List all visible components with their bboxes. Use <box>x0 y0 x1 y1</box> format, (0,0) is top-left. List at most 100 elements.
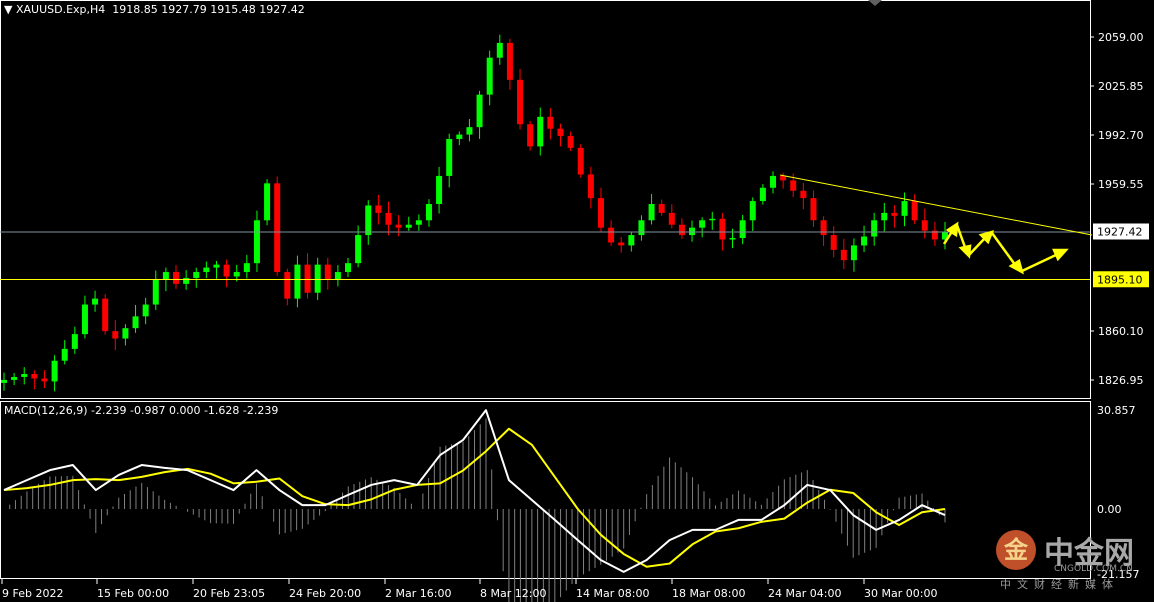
x-tick-label: 20 Feb 23:05 <box>193 587 265 600</box>
candle <box>881 202 888 232</box>
candle <box>466 119 473 142</box>
candle <box>942 221 948 250</box>
ohlc-values: 1918.85 1927.79 1915.48 1927.42 <box>112 3 305 16</box>
candle <box>203 261 210 279</box>
y-tick-label: 1826.95 <box>1098 374 1144 387</box>
candle <box>405 216 412 231</box>
candle <box>11 372 18 386</box>
candle <box>547 108 554 140</box>
candle <box>648 194 655 225</box>
candle <box>749 197 756 232</box>
candle <box>436 166 443 214</box>
x-tick-label: 24 Feb 20:00 <box>289 587 361 600</box>
candle <box>709 211 716 230</box>
price-tag-label: 1895.10 <box>1097 273 1143 286</box>
candle <box>446 133 453 188</box>
candle <box>810 190 817 227</box>
chart-header: ▼ XAUUSD.Exp,H4 1918.85 1927.79 1915.48 … <box>4 3 305 16</box>
candle <box>122 324 129 346</box>
candle <box>800 182 807 210</box>
candle <box>213 260 220 279</box>
candle <box>253 210 260 272</box>
candle <box>294 255 301 308</box>
candle <box>678 218 685 239</box>
candle <box>911 194 918 224</box>
candle <box>577 144 584 178</box>
shift-marker-icon[interactable] <box>868 0 882 6</box>
candle <box>425 199 432 227</box>
candle <box>668 204 675 229</box>
x-tick-label: 2 Mar 16:00 <box>385 587 451 600</box>
candle <box>891 205 898 228</box>
candle <box>506 38 513 90</box>
candle <box>223 259 230 288</box>
macd-y-tick-label: 0.00 <box>1097 503 1122 516</box>
candle <box>314 257 321 301</box>
candle <box>112 319 119 351</box>
candle <box>921 208 928 239</box>
candle <box>931 221 938 246</box>
candle <box>41 370 48 389</box>
candle <box>699 217 706 238</box>
price-tag-label: 1927.42 <box>1097 225 1143 238</box>
y-tick-label: 2059.00 <box>1098 31 1144 44</box>
candle <box>304 253 311 299</box>
candle <box>587 166 594 209</box>
candle <box>658 199 665 216</box>
candle <box>476 90 483 139</box>
candle <box>830 226 837 258</box>
candle <box>334 265 341 287</box>
candle <box>537 107 544 156</box>
candle <box>496 34 503 65</box>
candle <box>132 304 139 333</box>
candle <box>21 367 28 385</box>
watermark-site: CNGOLD.COM.CN <box>1054 564 1133 574</box>
candle <box>31 370 38 390</box>
y-tick-label: 1959.55 <box>1098 178 1144 191</box>
candle <box>1 372 7 391</box>
price-panel-frame <box>0 0 1091 399</box>
candle <box>689 220 696 242</box>
forecast-arrows <box>942 221 1069 275</box>
candle <box>567 131 574 152</box>
candle <box>61 340 68 365</box>
candle <box>415 214 422 231</box>
candle <box>517 68 524 130</box>
candle <box>365 200 372 245</box>
candle <box>264 179 271 226</box>
candle <box>81 295 88 339</box>
candle <box>324 257 331 290</box>
macd-header: MACD(12,26,9) -2.239 -0.987 0.000 -1.628… <box>4 404 279 417</box>
candle <box>901 192 908 227</box>
trendline[interactable] <box>779 174 1093 236</box>
candle <box>608 220 615 246</box>
macd-panel-frame <box>0 401 1091 579</box>
x-tick-label: 30 Mar 00:00 <box>864 587 937 600</box>
watermark-logo: 金 <box>996 530 1036 570</box>
candle <box>527 121 534 151</box>
candle <box>557 123 564 147</box>
candle <box>840 238 847 270</box>
candle <box>618 237 625 253</box>
y-tick-label: 2025.85 <box>1098 80 1144 93</box>
candle <box>102 294 109 335</box>
candle <box>456 131 463 146</box>
candle <box>385 201 392 236</box>
candle <box>92 290 99 312</box>
watermark-tagline: 中文财经新媒体 <box>1000 578 1119 591</box>
symbol-label: XAUUSD.Exp,H4 <box>15 3 106 16</box>
y-tick-label: 1860.10 <box>1098 325 1144 338</box>
candle <box>152 270 159 310</box>
candle <box>173 265 180 289</box>
x-tick-label: 15 Feb 00:00 <box>97 587 169 600</box>
candle <box>850 238 857 272</box>
candle <box>51 355 58 392</box>
dropdown-triangle-icon[interactable]: ▼ <box>4 3 12 16</box>
x-tick-label: 24 Mar 04:00 <box>768 587 841 600</box>
candle <box>284 268 291 306</box>
candle <box>375 194 382 225</box>
candle <box>142 297 149 325</box>
candle <box>274 176 281 276</box>
candle <box>759 184 766 205</box>
x-tick-label: 9 Feb 2022 <box>2 587 63 600</box>
